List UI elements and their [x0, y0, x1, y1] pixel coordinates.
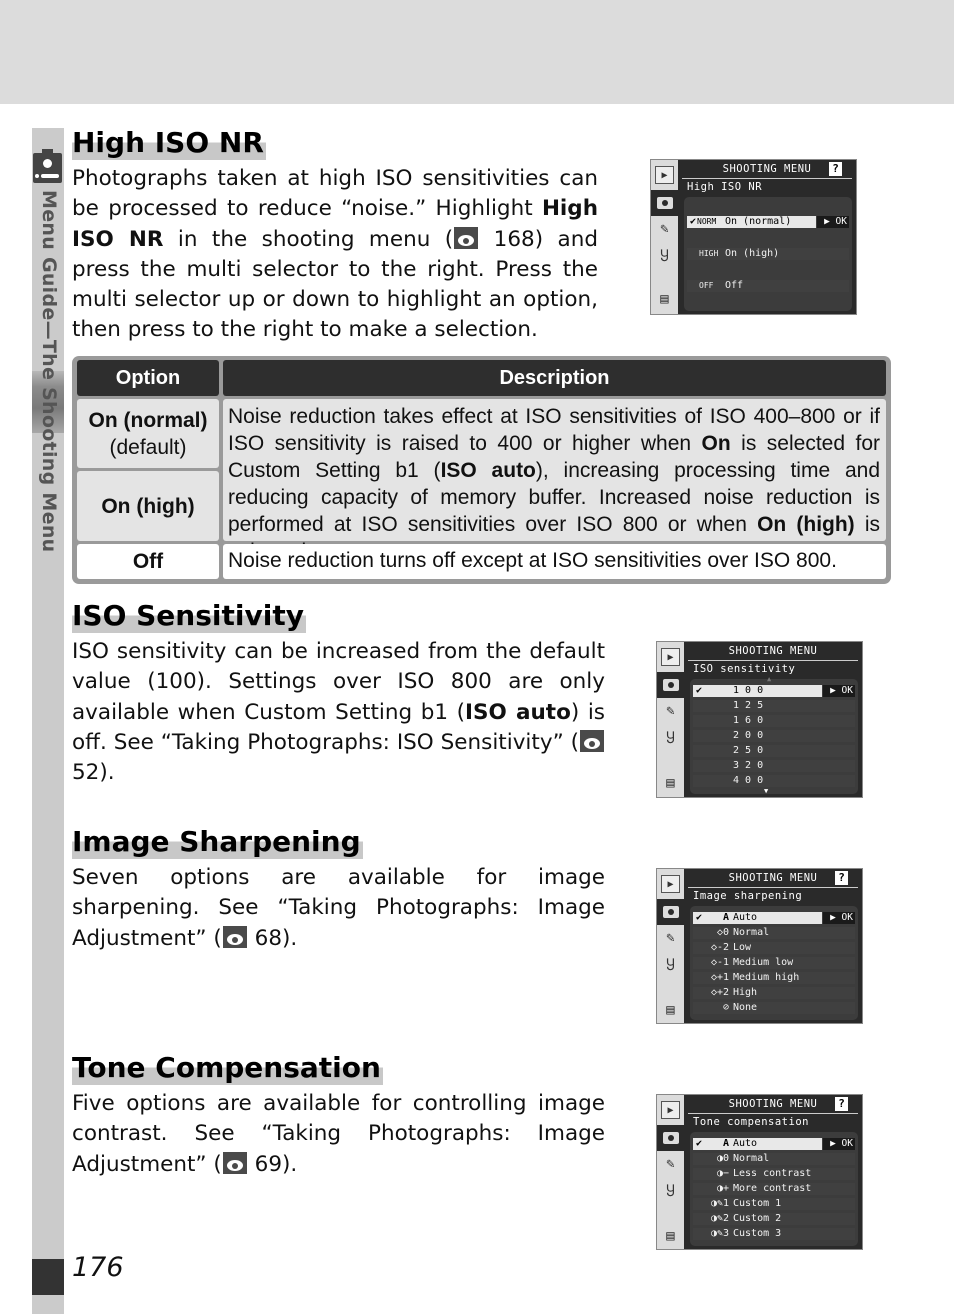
lcd-menu-item: ◇0 Normal	[693, 927, 855, 939]
section-title-high-iso-nr: High ISO NR	[72, 126, 266, 160]
lcd-menu-item: 3 2 0	[693, 760, 855, 772]
lcd-menu-item: ✔ 1 0 0	[693, 685, 822, 697]
lcd-menu-item: ✔ A Auto	[693, 912, 822, 924]
lcd-menu-item: 1 2 5	[693, 700, 855, 712]
table-row-description: Noise reduction turns off except at ISO …	[223, 544, 886, 579]
camera-icon	[657, 899, 685, 925]
lcd-menu-item: ✔ NORM On (normal)	[687, 216, 816, 228]
page-reference-icon	[222, 1151, 247, 1174]
ok-indicator: ▶ OK	[823, 912, 855, 924]
pencil-icon: ✎	[666, 1156, 675, 1172]
table-row-option: On (normal) (default)	[77, 399, 219, 468]
lcd-screen-tone-compensation: ▶ ✎ Ⴘ ▤ SHOOTING MENU ? Tone compensatio…	[656, 1094, 863, 1250]
options-table: Option Description On (normal) (default)…	[72, 356, 891, 584]
lcd-menu-item: ◑✎1 Custom 1	[693, 1198, 855, 1210]
ok-indicator: ▶ OK	[817, 216, 849, 228]
page-reference[interactable]: 52	[72, 760, 99, 785]
lcd-subtitle: High ISO NR	[687, 181, 763, 193]
table-row-option: On (high)	[77, 471, 219, 541]
wrench-icon: Ⴘ	[666, 958, 675, 974]
page-reference-icon	[580, 729, 604, 752]
iso-sensitivity-body: ISO sensitivity can be increased from th…	[72, 639, 605, 786]
tone-compensation-body: Five options are available for controlli…	[72, 1091, 605, 1177]
help-icon: ?	[835, 871, 848, 885]
lcd-menu-item: ⊘ None	[693, 1002, 855, 1014]
lcd-menu-item: ◑✎2 Custom 2	[693, 1213, 855, 1225]
chapter-label: Menu Guide—The Shooting Menu	[38, 190, 60, 553]
lcd-screen-high-iso-nr: ▶ ✎ Ⴘ ▤ SHOOTING MENU ? High ISO NR ✔ NO…	[650, 159, 857, 315]
wrench-icon: Ⴘ	[666, 1184, 675, 1200]
lcd-menu-item: ◑− Less contrast	[693, 1168, 855, 1180]
playback-icon: ▶	[661, 648, 680, 666]
lcd-menu-item: ◑✎3 Custom 3	[693, 1228, 855, 1240]
lcd-header: SHOOTING MENU	[728, 645, 818, 657]
lcd-menu-item: HIGH On (high)	[687, 248, 849, 260]
lcd-menu-item: ✔ A Auto	[693, 1138, 822, 1150]
lcd-side-tabs: ▶ ✎ Ⴘ ▤	[651, 160, 679, 314]
lcd-side-tabs: ▶ ✎ Ⴘ ▤	[657, 869, 685, 1023]
pencil-icon: ✎	[666, 930, 675, 946]
playback-icon: ▶	[661, 1101, 680, 1119]
recent-settings-icon: ▤	[660, 291, 669, 307]
page-reference[interactable]: 68	[255, 926, 282, 951]
lcd-menu-item: 4 0 0	[693, 775, 855, 787]
pencil-icon: ✎	[666, 703, 675, 719]
lcd-menu-item: ◑+ More contrast	[693, 1183, 855, 1195]
scroll-up-icon: ▲	[767, 675, 772, 683]
recent-settings-icon: ▤	[666, 1228, 675, 1244]
recent-settings-icon: ▤	[666, 1002, 675, 1018]
camera-icon	[657, 1125, 685, 1151]
table-row-description: Noise reduction takes effect at ISO sens…	[223, 399, 886, 563]
lcd-side-tabs: ▶ ✎ Ⴘ ▤	[657, 642, 685, 797]
lcd-menu-item: ◇-1 Medium low	[693, 957, 855, 969]
high-iso-nr-body: Photographs taken at high ISO sensitivit…	[72, 164, 598, 346]
section-title-tone-compensation: Tone Compensation	[72, 1051, 383, 1085]
lcd-menu-item: ◑0 Normal	[693, 1153, 855, 1165]
section-title-iso-sensitivity: ISO Sensitivity	[72, 599, 306, 633]
page-reference-icon	[454, 226, 479, 249]
page-reference-icon	[222, 925, 247, 948]
lcd-screen-iso-sensitivity: ▶ ✎ Ⴘ ▤ SHOOTING MENU ISO sensitivity ▲ …	[656, 641, 863, 798]
ok-indicator: ▶ OK	[823, 1138, 855, 1150]
page-reference[interactable]: 69	[255, 1152, 282, 1177]
lcd-subtitle: Tone compensation	[693, 1116, 809, 1128]
body-text: Photographs taken at high ISO sensitivit…	[72, 166, 598, 222]
section-title-image-sharpening: Image Sharpening	[72, 825, 363, 859]
wrench-icon: Ⴘ	[666, 731, 675, 747]
scroll-down-icon: ▼	[764, 787, 769, 795]
lcd-subtitle: ISO sensitivity	[693, 663, 796, 675]
lcd-side-tabs: ▶ ✎ Ⴘ ▤	[657, 1095, 685, 1249]
help-icon: ?	[835, 1097, 848, 1111]
camera-icon	[33, 149, 62, 183]
page-reference[interactable]: 168	[494, 227, 535, 252]
image-sharpening-body: Seven options are available for image sh…	[72, 865, 605, 951]
lcd-screen-image-sharpening: ▶ ✎ Ⴘ ▤ SHOOTING MENU ? Image sharpening…	[656, 868, 863, 1024]
lcd-menu-item: 2 0 0	[693, 730, 855, 742]
page-number: 176	[72, 1252, 124, 1283]
pencil-icon: ✎	[660, 221, 669, 237]
table-header-description: Description	[223, 360, 886, 396]
lcd-menu-item: OFF Off	[687, 280, 849, 292]
lcd-menu-item: 2 5 0	[693, 745, 855, 757]
lcd-menu-item: ◇-2 Low	[693, 942, 855, 954]
lcd-subtitle: Image sharpening	[693, 890, 803, 902]
playback-icon: ▶	[655, 166, 674, 184]
ok-indicator: ▶ OK	[823, 685, 855, 697]
playback-icon: ▶	[661, 875, 680, 893]
page-edge-marker	[32, 1259, 64, 1295]
camera-icon	[657, 672, 685, 698]
lcd-menu-item: ◇+1 Medium high	[693, 972, 855, 984]
body-text: in the shooting menu (	[163, 226, 454, 252]
lcd-menu-item: ◇+2 High	[693, 987, 855, 999]
table-header-option: Option	[77, 360, 219, 396]
recent-settings-icon: ▤	[666, 775, 675, 791]
help-icon: ?	[829, 162, 842, 176]
camera-icon	[651, 190, 679, 216]
table-row-option: Off	[77, 544, 219, 579]
lcd-menu-item: 1 6 0	[693, 715, 855, 727]
header-band	[0, 0, 954, 104]
wrench-icon: Ⴘ	[660, 249, 669, 265]
